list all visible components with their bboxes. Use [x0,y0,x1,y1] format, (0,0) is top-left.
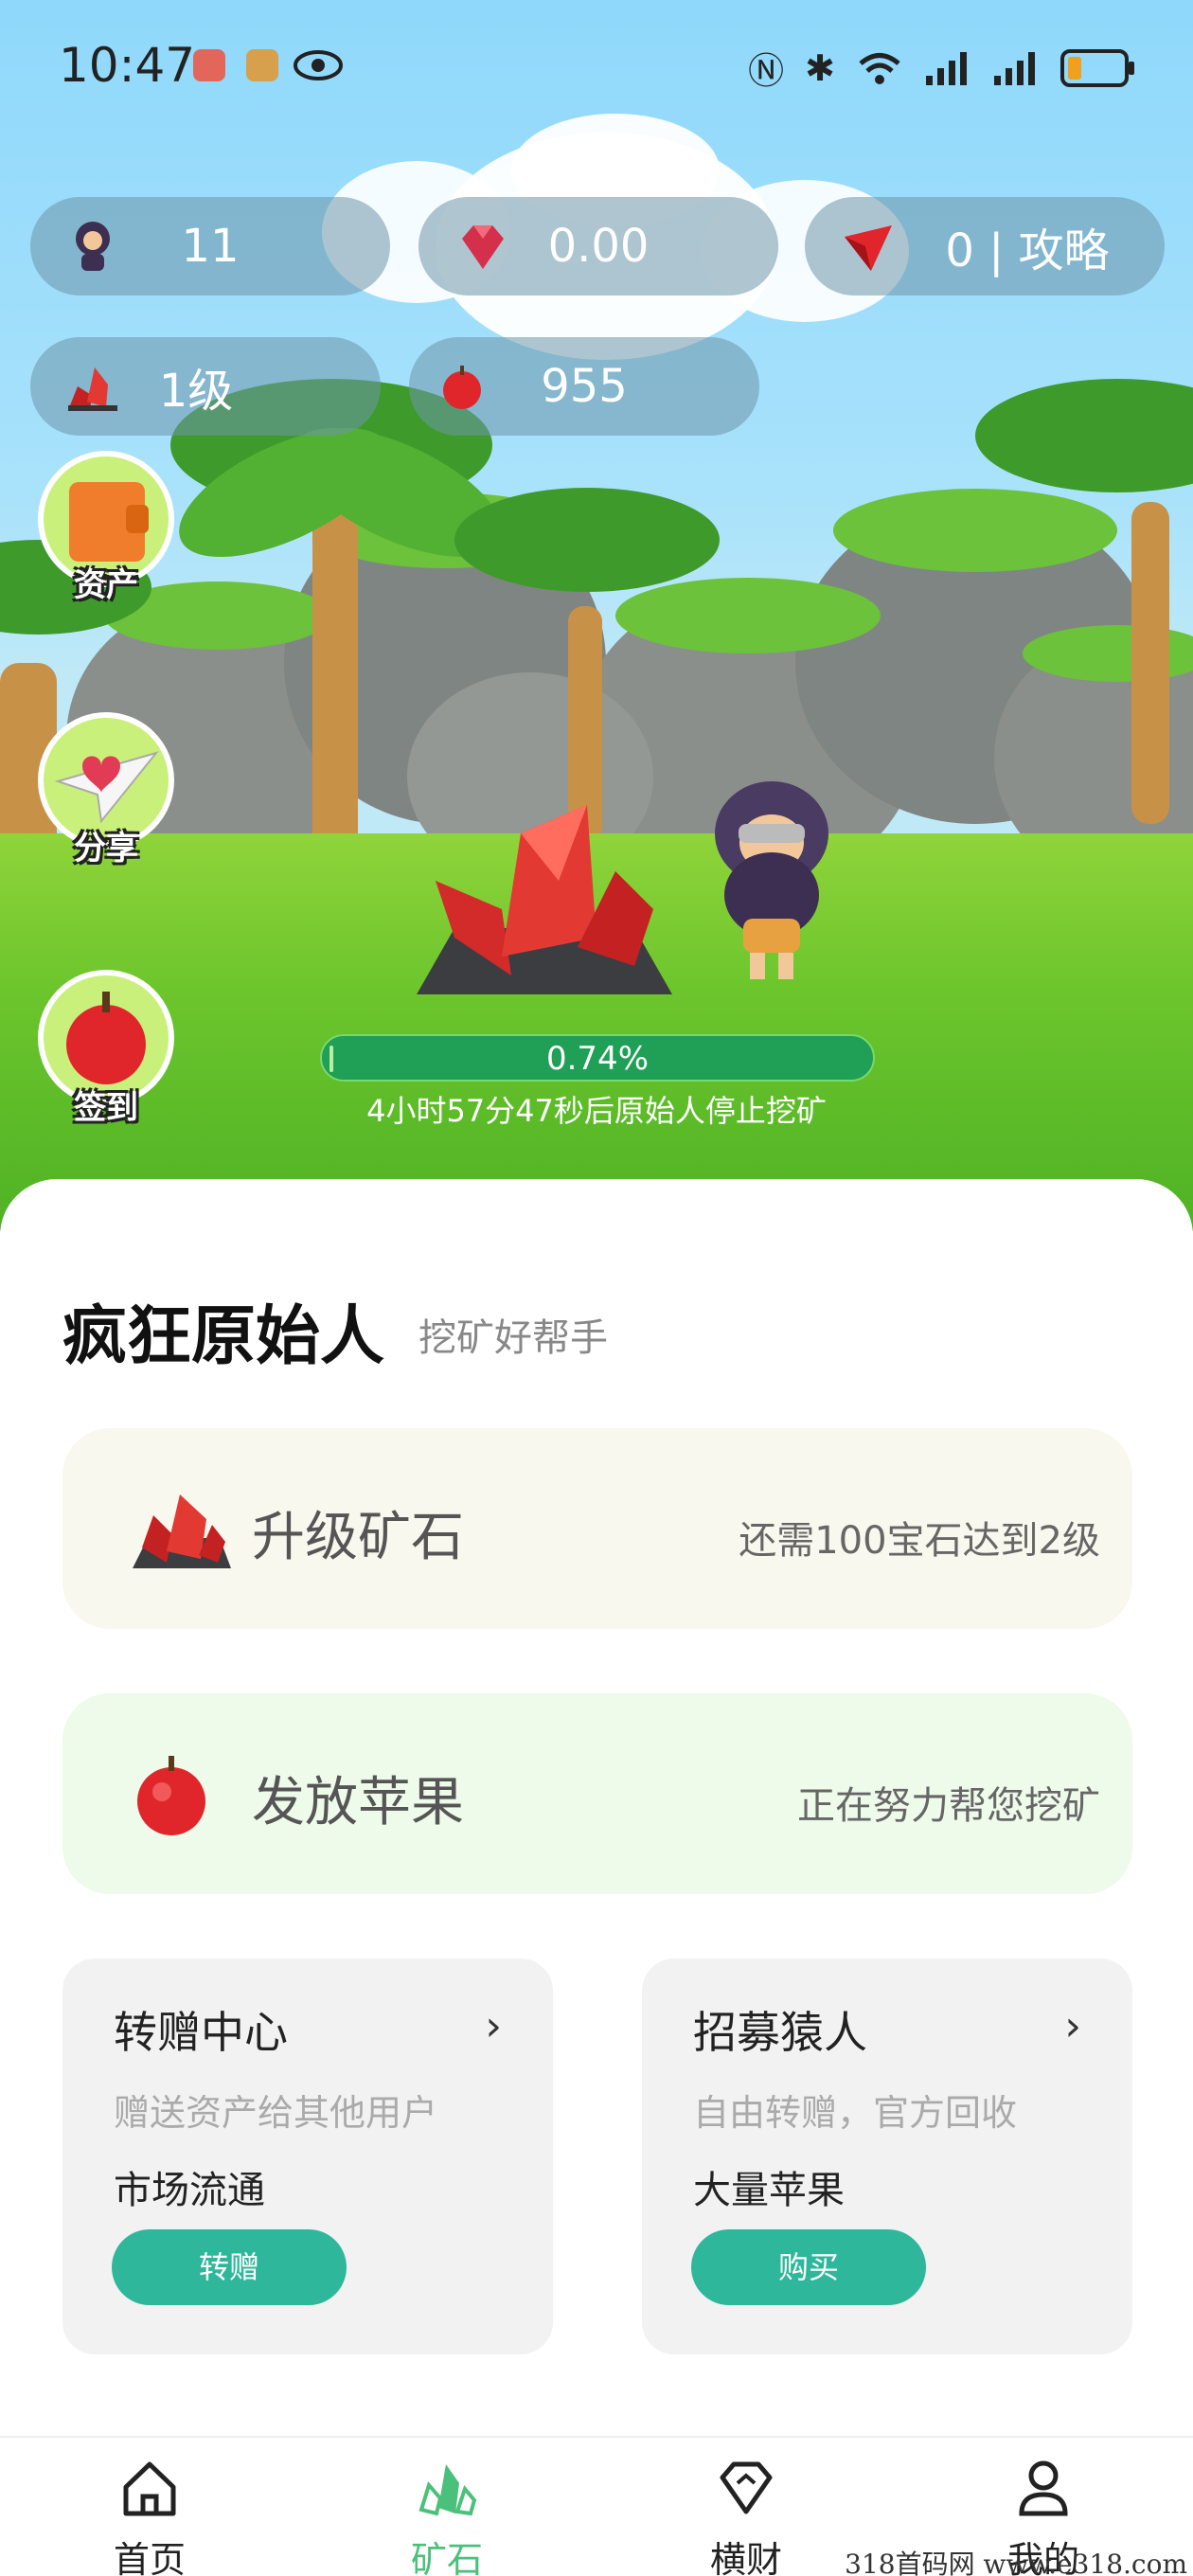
home-icon [123,2461,176,2516]
signal-icon [994,51,1035,85]
page-title: 疯狂原始人 [62,1299,385,1374]
eye-icon [294,50,343,80]
recruit-card[interactable]: 招募猿人 › 自由转赠，官方回收 大量苹果 购买 [642,1959,1132,2354]
notification-icon [193,49,225,81]
recruit-title: 招募猿人 [693,2007,867,2058]
user-icon [1019,2460,1068,2516]
guide-link: 0 | 攻略 [945,224,1110,277]
mining-progress-bar: 0.74% [320,1034,875,1082]
bluetooth-icon: ✱ [805,46,835,89]
page-subtitle: 挖矿好帮手 [418,1316,608,1360]
transfer-center-title: 转赠中心 [114,2007,288,2058]
chevron-right-icon: › [1064,2002,1081,2050]
upgrade-ore-info: 还需100宝石达到2级 [739,1519,1100,1563]
transfer-button[interactable]: 转赠 [112,2229,347,2305]
caveman-character [715,781,828,979]
nav-hengcai-label: 横财 [709,2539,782,2576]
notification-icon [246,49,278,81]
nfc-icon: Ⓝ [748,50,785,92]
ore-crystal[interactable] [398,796,682,1004]
nav-hengcai[interactable]: 横财 [661,2455,831,2576]
apple-count-pill[interactable]: 955 [409,337,759,436]
transfer-center-desc: 赠送资产给其他用户 [114,2092,438,2134]
diamond-icon [720,2461,773,2514]
crystal-icon [418,2464,477,2516]
watermark: 318首码网 www.e318.com [845,2549,1187,2576]
buy-button[interactable]: 购买 [691,2229,926,2305]
wifi-icon [859,52,900,84]
distribute-apple-info: 正在努力帮您挖矿 [797,1784,1100,1828]
nav-ore[interactable]: 矿石 [362,2455,532,2576]
upgrade-ore-label: 升级矿石 [252,1507,464,1568]
character-count: 11 [181,220,240,273]
transfer-center-tag: 市场流通 [114,2169,265,2212]
transfer-center-card[interactable]: 转赠中心 › 赠送资产给其他用户 市场流通 转赠 [62,1959,553,2354]
signal-icon [926,51,967,85]
character-count-pill[interactable]: 11 [30,197,390,295]
distribute-apple-card[interactable]: 发放苹果 正在努力帮您挖矿 [62,1693,1132,1894]
apple-count: 955 [541,360,628,413]
level-pill[interactable]: 1级 [30,337,381,436]
gem-balance: 0.00 [547,220,650,273]
nav-home-label: 首页 [113,2539,186,2576]
assets-label: 资产 [74,566,138,604]
status-bar: 10:47 Ⓝ ✱ [0,0,1193,133]
clock: 10:47 [59,38,196,93]
nav-home[interactable]: 首页 [64,2455,235,2576]
battery-icon [1060,48,1134,87]
mining-progress-label: 0.74% [545,1040,649,1078]
distribute-apple-label: 发放苹果 [252,1772,464,1834]
level-value: 1级 [158,365,234,418]
gem-balance-pill[interactable]: 0.00 [418,197,778,295]
nav-ore-label: 矿石 [410,2539,483,2576]
share-label: 分享 [74,830,138,868]
chevron-right-icon: › [485,2002,502,2050]
upgrade-ore-card[interactable]: 升级矿石 还需100宝石达到2级 [62,1428,1132,1629]
recruit-tag: 大量苹果 [693,2169,845,2212]
guide-pill[interactable]: 0 | 攻略 [805,197,1165,295]
mining-countdown: 4小时57分47秒后原始人停止挖矿 [366,1093,827,1129]
recruit-desc: 自由转赠，官方回收 [693,2092,1018,2134]
apple-icon [137,1756,205,1835]
crystal-icon [133,1494,231,1568]
